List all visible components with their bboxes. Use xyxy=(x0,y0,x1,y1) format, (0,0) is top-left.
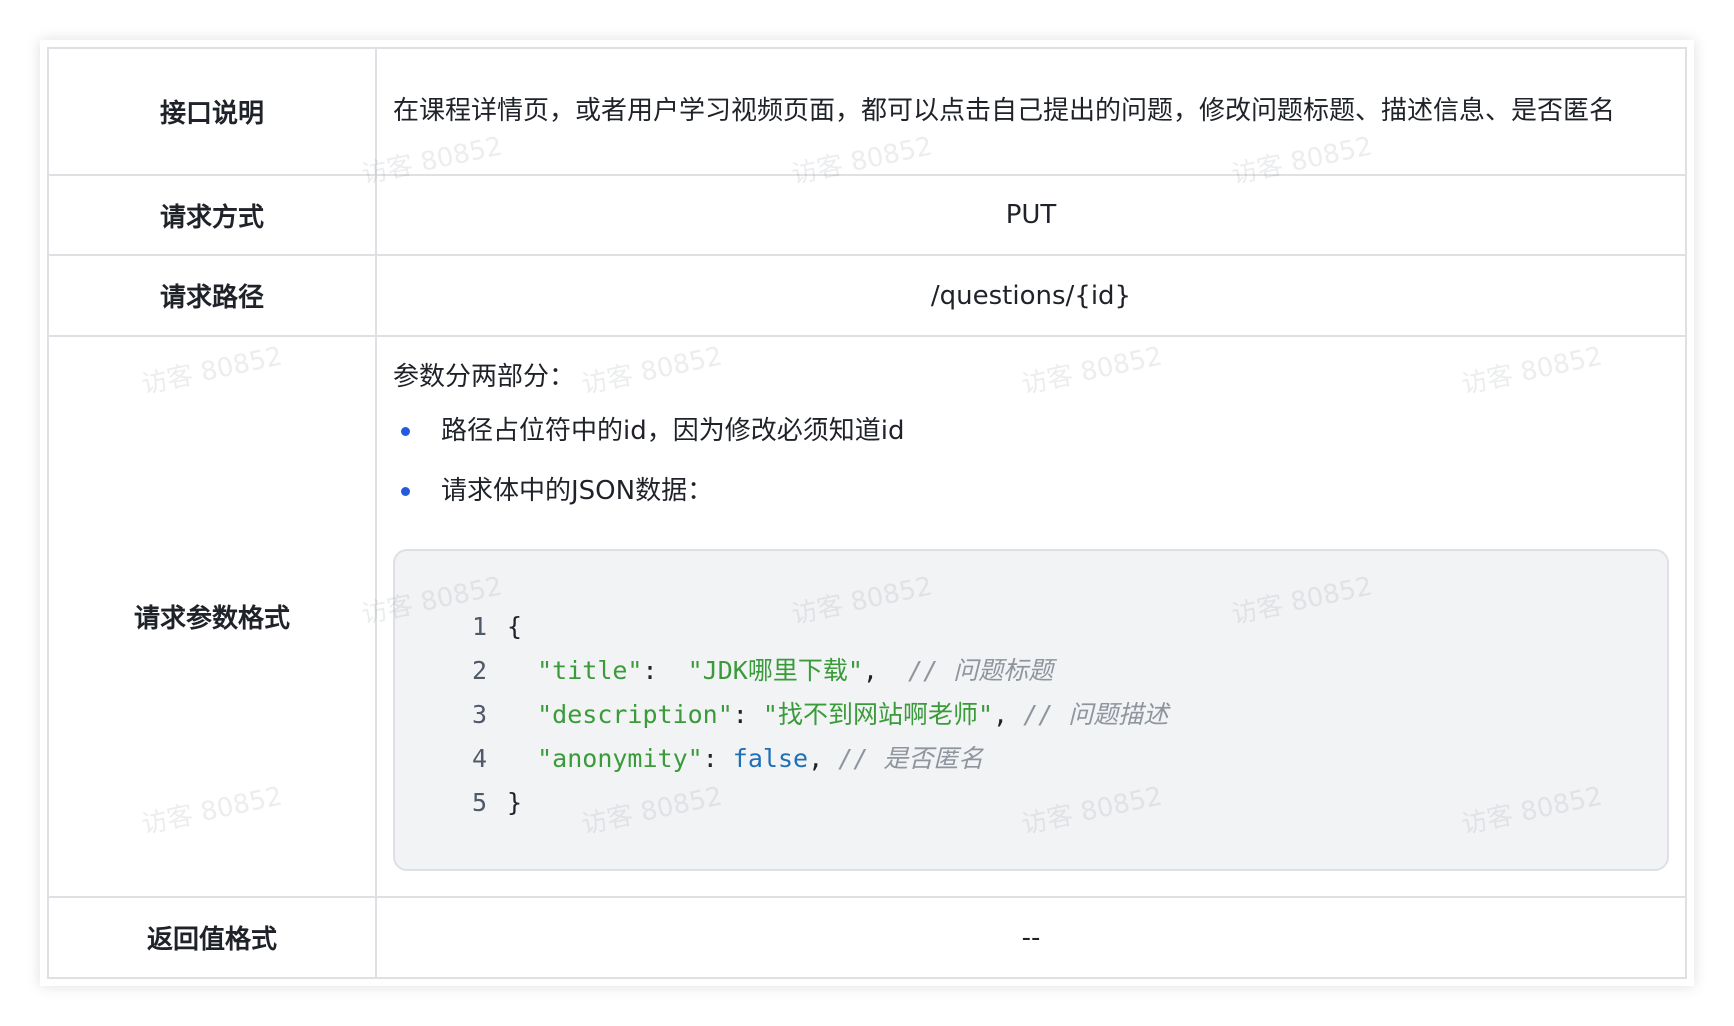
bullet-dot-icon xyxy=(401,486,410,496)
code-value-anonymity: false xyxy=(732,743,809,773)
bullet-text: 请求体中的JSON数据： xyxy=(441,475,714,506)
code-open-brace: { xyxy=(507,611,523,641)
code-comment-anonymity: // 是否匿名 xyxy=(838,743,984,773)
params-intro: 参数分两部分： xyxy=(393,361,576,392)
api-doc-card: 接口说明 在课程详情页，或者用户学习视频页面，都可以点击自己提出的问题，修改问题… xyxy=(40,40,1694,986)
bullet-dot-icon xyxy=(401,426,410,436)
path-value: /questions/{id} xyxy=(375,254,1687,337)
row-label-path: 请求路径 xyxy=(47,254,377,337)
code-comment-title: // 问题标题 xyxy=(908,655,1054,685)
params-bullet-list: 路径占位符中的id，因为修改必须知道id 请求体中的JSON数据： xyxy=(393,411,1669,511)
line-number: 2 xyxy=(471,655,487,685)
table-row-params: 请求参数格式 参数分两部分： 路径占位符中的id，因为修改必须知道id 请求体中… xyxy=(47,334,1687,899)
code-line: 2 "title": "JDK哪里下载", // 问题标题 xyxy=(395,649,1667,693)
table-row-method: 请求方式 PUT xyxy=(47,173,1687,257)
code-line: 5} xyxy=(395,781,1667,825)
line-number: 4 xyxy=(471,743,487,773)
code-line: 1{ xyxy=(395,605,1667,649)
code-value-description: "找不到网站啊老师" xyxy=(762,699,993,729)
line-number: 3 xyxy=(471,699,487,729)
code-line: 4 "anonymity": false, // 是否匿名 xyxy=(395,737,1667,781)
description-value: 在课程详情页，或者用户学习视频页面，都可以点击自己提出的问题，修改问题标题、描述… xyxy=(375,47,1687,176)
code-block[interactable]: 1{ 2 "title": "JDK哪里下载", // 问题标题 3 "desc… xyxy=(393,548,1669,871)
response-value: -- xyxy=(375,896,1687,979)
code-key-anonymity: "anonymity" xyxy=(537,743,703,773)
line-number: 1 xyxy=(471,611,487,641)
code-key-title: "title" xyxy=(537,655,643,685)
api-table: 接口说明 在课程详情页，或者用户学习视频页面，都可以点击自己提出的问题，修改问题… xyxy=(47,47,1687,979)
params-cell: 参数分两部分： 路径占位符中的id，因为修改必须知道id 请求体中的JSON数据… xyxy=(375,334,1687,899)
table-row-path: 请求路径 /questions/{id} xyxy=(47,254,1687,337)
row-label-response: 返回值格式 xyxy=(47,896,377,979)
line-number: 5 xyxy=(471,787,487,817)
code-comment-description: // 问题描述 xyxy=(1023,699,1169,729)
code-key-description: "description" xyxy=(537,699,733,729)
table-row-description: 接口说明 在课程详情页，或者用户学习视频页面，都可以点击自己提出的问题，修改问题… xyxy=(47,47,1687,176)
list-item: 路径占位符中的id，因为修改必须知道id xyxy=(393,411,1669,451)
method-value: PUT xyxy=(375,173,1687,257)
row-label-description: 接口说明 xyxy=(47,47,377,176)
code-value-title: "JDK哪里下载" xyxy=(687,655,863,685)
row-label-params: 请求参数格式 xyxy=(47,334,377,899)
code-close-brace: } xyxy=(507,787,523,817)
row-label-method: 请求方式 xyxy=(47,173,377,257)
list-item: 请求体中的JSON数据： xyxy=(393,471,1669,511)
code-line: 3 "description": "找不到网站啊老师", // 问题描述 xyxy=(395,693,1667,737)
table-row-response: 返回值格式 -- xyxy=(47,896,1687,979)
bullet-text: 路径占位符中的id，因为修改必须知道id xyxy=(441,415,905,446)
